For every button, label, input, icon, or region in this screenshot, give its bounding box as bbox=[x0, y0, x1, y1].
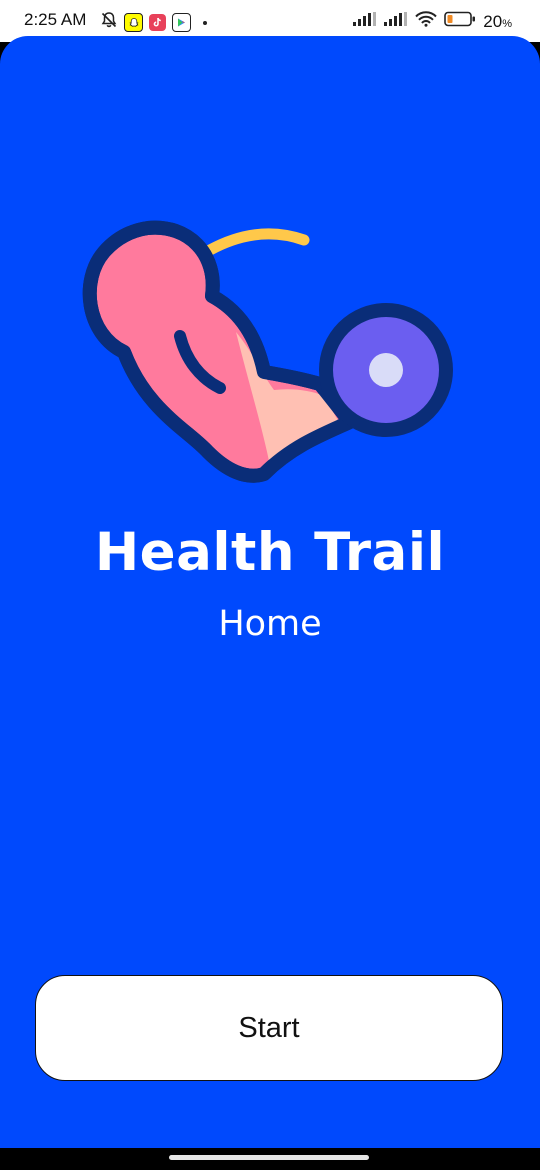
home-indicator[interactable] bbox=[169, 1155, 369, 1160]
battery-icon bbox=[444, 11, 476, 32]
muted-notification-icon bbox=[100, 11, 118, 34]
play-store-icon bbox=[172, 13, 191, 32]
page-subtitle: Home bbox=[218, 604, 322, 644]
system-icons: 20% bbox=[353, 11, 512, 32]
signal-icon bbox=[384, 12, 408, 31]
wifi-icon bbox=[415, 11, 438, 32]
status-time: 2:25 AM bbox=[24, 10, 87, 29]
start-button[interactable]: Start bbox=[35, 975, 503, 1081]
signal-icon bbox=[353, 12, 377, 31]
notification-icons bbox=[100, 11, 207, 34]
more-notifications-dot bbox=[203, 20, 207, 25]
flexing-arm-dumbbell-icon bbox=[78, 184, 458, 489]
tiktok-icon bbox=[149, 14, 166, 31]
app-title: Health Trail bbox=[94, 522, 446, 583]
snapchat-icon bbox=[124, 13, 143, 32]
battery-percentage: 20% bbox=[483, 11, 512, 31]
